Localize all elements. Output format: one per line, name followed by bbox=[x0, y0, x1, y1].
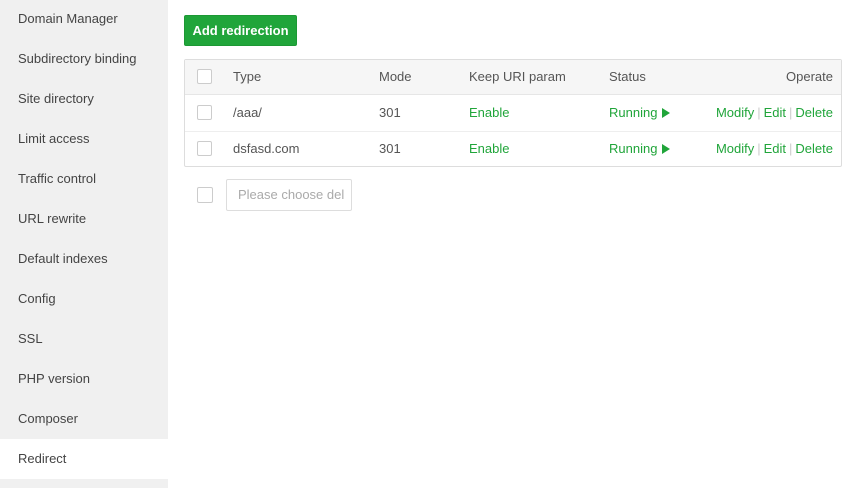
separator: | bbox=[789, 141, 793, 156]
separator: | bbox=[757, 105, 761, 120]
column-header-keep-uri-param: Keep URI param bbox=[469, 69, 566, 84]
table-header: Type Mode Keep URI param Status Operate bbox=[185, 60, 841, 95]
play-icon bbox=[662, 107, 671, 118]
select-all-checkbox[interactable] bbox=[197, 69, 212, 84]
bulk-delete-select[interactable]: Please choose del bbox=[226, 179, 352, 211]
sidebar-item-traffic-control[interactable]: Traffic control bbox=[0, 159, 168, 199]
row-keep-uri-toggle[interactable]: Enable bbox=[469, 95, 509, 131]
row-type: /aaa/ bbox=[233, 105, 262, 120]
sidebar: Domain Manager Subdirectory binding Site… bbox=[0, 0, 168, 488]
row-operations: Modify | Edit | Delete bbox=[716, 95, 833, 131]
delete-link[interactable]: Delete bbox=[795, 141, 833, 156]
sidebar-item-php-version[interactable]: PHP version bbox=[0, 359, 168, 399]
sidebar-item-composer[interactable]: Composer bbox=[0, 399, 168, 439]
sidebar-item-redirect[interactable]: Redirect bbox=[0, 439, 168, 479]
sidebar-item-default-indexes[interactable]: Default indexes bbox=[0, 239, 168, 279]
row-type: dsfasd.com bbox=[233, 141, 300, 156]
sidebar-item-subdirectory-binding[interactable]: Subdirectory binding bbox=[0, 39, 168, 79]
table-row: dsfasd.com 301 Enable Running Modify | Edi… bbox=[185, 131, 841, 167]
row-mode: 301 bbox=[379, 105, 401, 120]
play-icon bbox=[662, 143, 671, 154]
separator: | bbox=[757, 141, 761, 156]
bulk-select-checkbox[interactable] bbox=[197, 187, 213, 203]
modify-link[interactable]: Modify bbox=[716, 105, 754, 120]
sidebar-item-ssl[interactable]: SSL bbox=[0, 319, 168, 359]
row-checkbox[interactable] bbox=[197, 141, 212, 156]
status-label: Running bbox=[609, 105, 658, 120]
row-checkbox[interactable] bbox=[197, 105, 212, 120]
modify-link[interactable]: Modify bbox=[716, 141, 754, 156]
row-status-toggle[interactable]: Running bbox=[609, 131, 671, 167]
row-mode: 301 bbox=[379, 141, 401, 156]
table-row: /aaa/ 301 Enable Running Modify | Edit | Del… bbox=[185, 95, 841, 132]
column-header-operate: Operate bbox=[786, 69, 833, 84]
sidebar-item-domain-manager[interactable]: Domain Manager bbox=[0, 0, 168, 39]
delete-link[interactable]: Delete bbox=[795, 105, 833, 120]
edit-link[interactable]: Edit bbox=[764, 105, 786, 120]
status-label: Running bbox=[609, 141, 658, 156]
add-redirection-button[interactable]: Add redirection bbox=[184, 15, 297, 46]
sidebar-item-config[interactable]: Config bbox=[0, 279, 168, 319]
row-status-toggle[interactable]: Running bbox=[609, 95, 671, 131]
column-header-status: Status bbox=[609, 69, 646, 84]
separator: | bbox=[789, 105, 793, 120]
sidebar-item-site-directory[interactable]: Site directory bbox=[0, 79, 168, 119]
column-header-type: Type bbox=[233, 69, 262, 84]
row-operations: Modify | Edit | Delete bbox=[716, 131, 833, 167]
sidebar-item-limit-access[interactable]: Limit access bbox=[0, 119, 168, 159]
main-panel: Add redirection Type Mode Keep URI param… bbox=[168, 0, 852, 488]
row-keep-uri-toggle[interactable]: Enable bbox=[469, 131, 509, 167]
column-header-mode: Mode bbox=[379, 69, 412, 84]
redirect-table: Type Mode Keep URI param Status Operate … bbox=[184, 59, 842, 167]
sidebar-item-url-rewrite[interactable]: URL rewrite bbox=[0, 199, 168, 239]
edit-link[interactable]: Edit bbox=[764, 141, 786, 156]
